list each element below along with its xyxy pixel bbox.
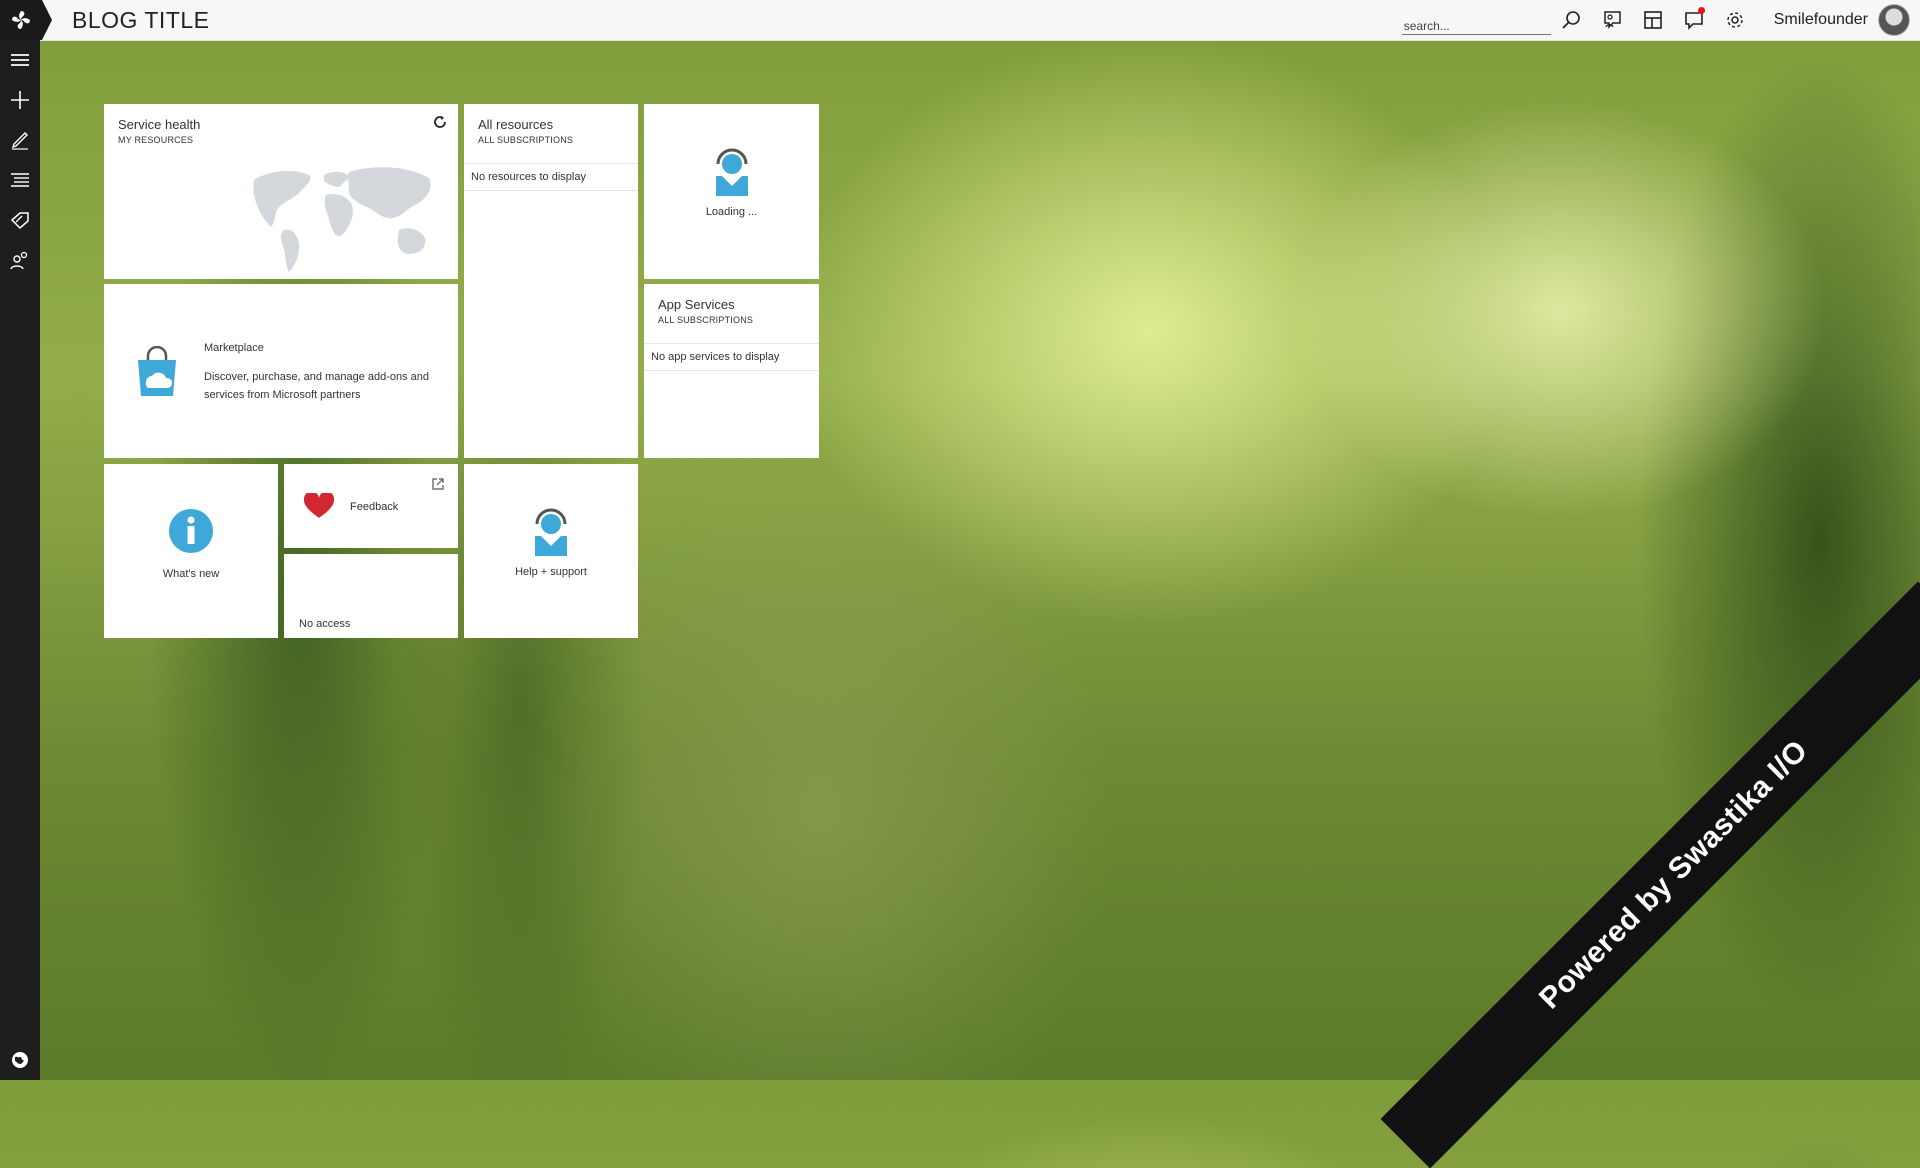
world-map-icon: [253, 167, 431, 272]
tile-no-access[interactable]: No access: [284, 554, 458, 638]
list-icon: [11, 173, 29, 187]
tile-subtitle: MY RESOURCES: [118, 135, 194, 145]
info-icon: [169, 509, 213, 553]
sidebar-item-edit[interactable]: [0, 120, 40, 160]
top-bar: BLOG TITLE Smilefounder: [0, 0, 1920, 41]
search-input[interactable]: [1401, 19, 1551, 35]
shopping-bag-icon: [138, 346, 176, 396]
feedback-icon: [1604, 11, 1621, 29]
tag-icon: [10, 212, 29, 230]
globe-icon: [12, 1052, 28, 1068]
search-icon: [1562, 11, 1581, 29]
tile-title: Service health: [118, 117, 201, 132]
settings-icon: [1727, 12, 1743, 28]
new-icon: [11, 91, 29, 109]
edit-icon: [11, 132, 28, 150]
settings-button[interactable]: [1715, 0, 1756, 40]
heart-icon: [304, 493, 334, 518]
tile-app-services[interactable]: App Services ALL SUBSCRIPTIONS No app se…: [644, 284, 819, 458]
marketplace-description: Discover, purchase, and manage add-ons a…: [204, 371, 430, 401]
sidebar-item-global[interactable]: [0, 1040, 40, 1080]
feedback-label: Feedback: [350, 501, 399, 513]
blog-title[interactable]: BLOG TITLE: [72, 7, 210, 34]
tile-feedback[interactable]: Feedback: [284, 464, 458, 548]
no-access-label: No access: [299, 618, 351, 630]
support-agent-icon: [535, 508, 567, 556]
tile-subtitle: ALL SUBSCRIPTIONS: [478, 135, 574, 145]
tile-subtitle: ALL SUBSCRIPTIONS: [658, 315, 754, 325]
tile-service-health[interactable]: Service health MY RESOURCES: [104, 104, 458, 279]
loading-label: Loading ...: [705, 206, 758, 218]
notifications-button[interactable]: [1674, 0, 1715, 40]
support-agent-icon: [715, 148, 748, 196]
tile-whats-new[interactable]: What's new: [104, 464, 278, 638]
refresh-icon[interactable]: [431, 113, 449, 131]
sidebar-item-list[interactable]: [0, 160, 40, 200]
topbar-actions: Smilefounder: [1401, 0, 1910, 40]
marketplace-title: Marketplace: [204, 342, 264, 354]
notification-badge: [1697, 7, 1705, 14]
logo[interactable]: [0, 0, 52, 40]
feedback-button[interactable]: [1592, 0, 1633, 40]
search-box: [1401, 5, 1551, 35]
tile-all-resources[interactable]: All resources ALL SUBSCRIPTIONS No resou…: [464, 104, 638, 458]
sidebar-item-tags[interactable]: [0, 200, 40, 240]
tile-title: All resources: [478, 117, 554, 132]
sidebar-item-menu[interactable]: [0, 40, 40, 80]
avatar[interactable]: [1878, 4, 1910, 36]
empty-message: No app services to display: [644, 343, 819, 371]
sidebar: [0, 40, 40, 1080]
tile-help-support[interactable]: Help + support: [464, 464, 638, 638]
whats-new-label: What's new: [162, 568, 220, 580]
dashboard-button[interactable]: [1633, 0, 1674, 40]
help-support-label: Help + support: [515, 566, 587, 578]
tile-title: App Services: [658, 297, 735, 312]
sidebar-item-new[interactable]: [0, 80, 40, 120]
powered-by-ribbon[interactable]: Powered by Swastika I/O: [1380, 581, 1920, 1168]
external-link-icon[interactable]: [432, 478, 444, 490]
sidebar-item-users[interactable]: [0, 240, 40, 280]
search-button[interactable]: [1551, 0, 1592, 40]
swirl-logo-icon: [12, 11, 30, 29]
menu-icon: [11, 54, 29, 66]
tile-loading[interactable]: Loading ...: [644, 104, 819, 279]
dashboard-icon: [1644, 11, 1663, 29]
empty-message: No resources to display: [464, 163, 638, 191]
tile-marketplace[interactable]: Marketplace Discover, purchase, and mana…: [104, 284, 458, 458]
users-icon: [10, 251, 28, 270]
username[interactable]: Smilefounder: [1774, 11, 1868, 29]
